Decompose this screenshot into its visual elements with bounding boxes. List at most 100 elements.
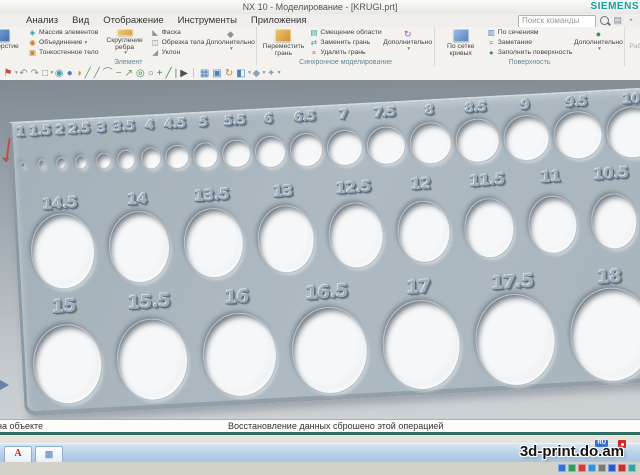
gauge-hole[interactable] xyxy=(31,323,104,406)
menu-item-1[interactable]: Вид xyxy=(72,14,89,27)
magic-icon[interactable]: ✦ xyxy=(267,67,275,80)
gauge-hole[interactable] xyxy=(590,193,639,251)
ribbon-button-curve-mesh[interactable]: По сетке кривых xyxy=(438,28,484,57)
hole-size-label[interactable]: 15 xyxy=(52,295,76,319)
tray-icon-1[interactable] xyxy=(568,464,576,472)
gauge-hole[interactable] xyxy=(115,317,191,403)
ribbon-more-button[interactable]: ↻Дополнительно▾ xyxy=(385,28,431,57)
taskbar-button-doc[interactable]: ▦ xyxy=(35,446,63,463)
gauge-hole[interactable] xyxy=(454,118,500,164)
hole-size-label[interactable]: 16 xyxy=(225,286,249,310)
tray-icon-2[interactable] xyxy=(578,464,586,472)
gauge-hole[interactable] xyxy=(192,141,219,169)
ribbon-button-trim-body[interactable]: ◫Обрезка тела xyxy=(151,38,205,47)
gauge-hole[interactable] xyxy=(606,105,640,159)
tray-icon-0[interactable] xyxy=(558,464,566,472)
menu-item-3[interactable]: Инструменты xyxy=(178,14,237,27)
spline-icon[interactable]: ~ xyxy=(116,67,122,80)
gauge-hole[interactable] xyxy=(222,139,252,169)
ribbon-button-swept[interactable]: ≈Заметание xyxy=(487,38,573,47)
point-snap-icon[interactable]: ↗ xyxy=(125,67,133,80)
gauge-hole[interactable] xyxy=(201,311,279,399)
plus-snap-icon[interactable]: + xyxy=(157,67,163,80)
hole-size-label[interactable]: 6 xyxy=(264,112,273,128)
tray-icon-5[interactable] xyxy=(608,464,616,472)
gauge-hole[interactable] xyxy=(366,125,407,166)
hole-size-label[interactable]: 3 xyxy=(98,121,107,137)
hole-size-label[interactable]: 17.5 xyxy=(491,270,534,295)
hole-size-label[interactable]: 8.5 xyxy=(465,100,487,117)
gauge-hole[interactable] xyxy=(473,292,558,388)
gauge-hole[interactable] xyxy=(254,135,287,168)
render-style-icon[interactable]: ◧ xyxy=(236,67,245,80)
circle-snap-icon[interactable]: ○ xyxy=(148,67,154,80)
hole-size-label[interactable]: 11.5 xyxy=(469,170,504,191)
gauge-hole[interactable] xyxy=(326,129,364,167)
gauge-hole[interactable] xyxy=(56,157,67,169)
ribbon-button-through-curves[interactable]: ▥По сечениям xyxy=(487,28,573,37)
ribbon-button-fill-surface[interactable]: ●Заполнить поверхность xyxy=(487,48,573,57)
gauge-hole[interactable] xyxy=(502,114,551,163)
hole-size-label[interactable]: 15.5 xyxy=(128,290,171,315)
tray-icon-7[interactable] xyxy=(628,464,636,472)
ribbon-button-edge-blend[interactable]: Скругление ребра▾ xyxy=(102,28,148,57)
gauge-hole[interactable] xyxy=(182,206,245,279)
menu-item-4[interactable]: Приложения xyxy=(251,14,307,27)
csys-marker[interactable] xyxy=(0,380,9,390)
line-icon[interactable]: ╱ xyxy=(85,67,91,80)
color-palette-icon[interactable]: ◑ xyxy=(76,67,82,80)
window-view-icon[interactable]: ▣ xyxy=(212,67,221,80)
hole-size-label[interactable]: 3.5 xyxy=(114,119,136,136)
gauge-hole[interactable] xyxy=(140,147,162,170)
gauge-hole[interactable] xyxy=(553,110,605,161)
redo-icon[interactable]: ↷ xyxy=(31,67,39,80)
gauge-hole[interactable] xyxy=(409,121,453,165)
ribbon-more-button[interactable]: ◆Дополнительно▾ xyxy=(207,28,253,57)
hole-size-label[interactable]: 4.5 xyxy=(164,116,186,133)
gauge-hole[interactable] xyxy=(38,159,46,169)
refresh-view-icon[interactable]: ↻ xyxy=(225,67,233,80)
taskbar-button-acad[interactable]: A xyxy=(4,446,32,463)
hole-size-label[interactable]: 5 xyxy=(199,115,208,131)
hole-size-label[interactable]: 10.5 xyxy=(594,163,629,184)
line2-icon[interactable]: ╱ xyxy=(94,67,100,80)
hole-size-label[interactable]: 1 xyxy=(16,125,25,141)
hole-size-label[interactable]: 14.5 xyxy=(43,193,78,214)
hole-gauge-plate[interactable]: 11.522.533.544.555.566.577.588.599.51014… xyxy=(9,84,640,417)
hole-size-label[interactable]: 13 xyxy=(273,182,293,201)
hole-size-label[interactable]: 1.5 xyxy=(29,124,51,141)
gauge-hole[interactable] xyxy=(75,155,89,170)
grid-view-icon[interactable]: ▦ xyxy=(200,67,209,80)
hole-size-label[interactable]: 12 xyxy=(411,174,431,193)
ribbon-button-draft[interactable]: ◢Уклон xyxy=(151,48,205,57)
help-icon[interactable]: ◔ xyxy=(628,15,633,26)
hole-size-label[interactable]: 5.5 xyxy=(224,113,246,130)
hole-size-label[interactable]: 14 xyxy=(127,189,147,208)
hole-size-label[interactable]: 10 xyxy=(622,92,639,108)
menu-item-0[interactable]: Анализ xyxy=(26,14,58,27)
tray-icon-6[interactable] xyxy=(618,464,626,472)
ribbon-button-offset-region[interactable]: ▤Смещение области xyxy=(309,28,381,37)
gauge-hole[interactable] xyxy=(463,197,517,260)
hole-size-label[interactable]: 2.5 xyxy=(69,121,91,138)
snap-options-icon[interactable]: ◉ xyxy=(55,67,64,80)
gauge-hole[interactable] xyxy=(96,152,112,169)
undo-icon[interactable]: ↶ xyxy=(19,67,27,80)
gauge-hole[interactable] xyxy=(327,201,385,269)
menu-item-2[interactable]: Отображение xyxy=(103,14,163,27)
gauge-hole[interactable] xyxy=(380,298,463,392)
circle-center-snap-icon[interactable]: ◎ xyxy=(136,67,145,80)
tray-icon-3[interactable] xyxy=(588,464,596,472)
ribbon-button-move-face[interactable]: Переместить грань xyxy=(260,28,306,57)
hole-size-label[interactable]: 17 xyxy=(406,276,430,300)
hole-size-label[interactable]: 6.5 xyxy=(294,109,316,126)
hole-size-label[interactable]: 16.5 xyxy=(305,281,348,306)
selection-filter-icon[interactable]: ⚑ xyxy=(4,67,13,80)
hole-size-label[interactable]: 11 xyxy=(540,167,560,186)
ribbon-button-delete-face[interactable]: ×Удалить грань xyxy=(309,48,381,57)
history-icon[interactable]: ▤ xyxy=(613,15,622,26)
hole-size-label[interactable]: 9 xyxy=(520,98,529,114)
hole-size-label[interactable]: 7.5 xyxy=(374,105,396,122)
hole-size-label[interactable]: 4 xyxy=(145,118,154,134)
hole-size-label[interactable]: 9.5 xyxy=(566,94,588,111)
